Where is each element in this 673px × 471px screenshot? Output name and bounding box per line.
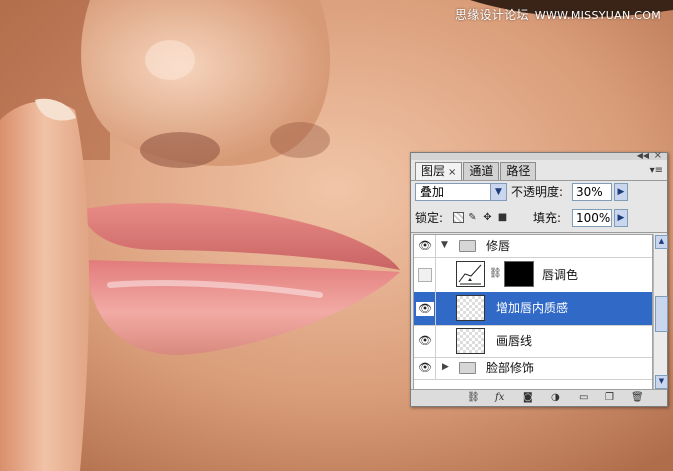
eye-icon[interactable]: 👁 xyxy=(416,334,434,347)
scroll-thumb[interactable] xyxy=(655,296,668,332)
layer-name: 唇调色 xyxy=(542,268,579,282)
tab-layers[interactable]: 图层 × xyxy=(415,162,463,181)
fill-slider-arrow-icon[interactable]: ▶ xyxy=(614,209,628,227)
blend-mode-value: 叠加 xyxy=(420,185,445,199)
layers-panel: ◀◀ × 图层 × 通道 路径 ▾≡ 叠加 ▼ 不透明度: 30% ▶ 锁定: ✎… xyxy=(410,150,668,407)
eye-icon[interactable]: 👁 xyxy=(416,361,434,374)
divider xyxy=(435,292,436,325)
scroll-up-icon[interactable]: ▲ xyxy=(655,235,668,249)
lock-transparency-icon[interactable] xyxy=(453,212,464,223)
panel-bottom-toolbar: ⛓ fx ◙ ◑ ▭ ❐ 🗑 xyxy=(411,389,667,406)
folder-icon xyxy=(459,240,476,252)
divider xyxy=(435,235,436,257)
layer-name: 画唇线 xyxy=(496,334,533,348)
eye-icon[interactable]: 👁 xyxy=(416,302,434,316)
folder-icon[interactable]: ▭ xyxy=(579,392,588,404)
lock-move-icon[interactable]: ✥ xyxy=(482,212,493,223)
divider xyxy=(411,232,667,233)
lock-label: 锁定: xyxy=(415,211,444,225)
layer-list: 👁 ▼ 修唇 ⛓ 唇调色 👁 增加唇内质感 👁 画唇线 👁 ▶ 脸部修饰 xyxy=(413,234,653,390)
tab-channels[interactable]: 通道 xyxy=(463,162,500,180)
folder-icon xyxy=(459,362,476,374)
layer-group-脸部修饰[interactable]: 👁 ▶ 脸部修饰 xyxy=(414,357,652,380)
link-icon[interactable]: ⛓ xyxy=(467,392,480,404)
chain-link-icon[interactable]: ⛓ xyxy=(489,268,502,279)
panel-menu-icon[interactable]: ▾≡ xyxy=(650,165,663,176)
visibility-off-box[interactable] xyxy=(418,268,432,282)
mask-icon[interactable]: ◙ xyxy=(523,392,533,404)
layer-mask-thumbnail[interactable] xyxy=(504,261,534,287)
adjustment-layer-icon xyxy=(456,261,485,287)
layer-thumbnail xyxy=(456,328,485,354)
new-layer-icon[interactable]: ❐ xyxy=(605,392,614,404)
collapse-icon[interactable]: ◀◀ xyxy=(637,151,649,160)
layer-name: 增加唇内质感 xyxy=(496,301,569,315)
layer-画唇线[interactable]: 👁 画唇线 xyxy=(414,325,652,358)
blend-row: 叠加 ▼ 不透明度: 30% ▶ xyxy=(415,183,665,203)
divider xyxy=(435,257,436,292)
lock-paint-icon[interactable]: ✎ xyxy=(467,212,478,223)
watermark-url: WWW.MISSYUAN.COM xyxy=(534,9,661,22)
layer-增加唇内质感[interactable]: 👁 增加唇内质感 xyxy=(414,292,652,326)
fill-input[interactable]: 100% xyxy=(572,209,612,227)
collapsed-triangle-icon[interactable]: ▶ xyxy=(442,362,449,372)
opacity-slider-arrow-icon[interactable]: ▶ xyxy=(614,183,628,201)
watermark-cn: 思缘设计论坛 xyxy=(454,8,529,22)
tab-close-icon[interactable]: × xyxy=(448,167,456,178)
lock-row: 锁定: ✎ ✥ ■ 填充: 100% ▶ xyxy=(415,209,665,229)
blend-mode-select[interactable]: 叠加 ▼ xyxy=(415,183,507,201)
tab-paths-label: 路径 xyxy=(506,164,531,178)
watermark: 思缘设计论坛 WWW.MISSYUAN.COM xyxy=(455,6,661,23)
layer-name: 脸部修饰 xyxy=(486,361,535,375)
layer-list-scrollbar[interactable]: ▲ ▼ xyxy=(653,234,668,390)
divider xyxy=(411,180,667,181)
tab-layers-label: 图层 xyxy=(421,164,446,178)
chevron-down-icon[interactable]: ▼ xyxy=(490,184,506,200)
adjustment-icon[interactable]: ◑ xyxy=(551,392,560,404)
layer-唇调色[interactable]: ⛓ 唇调色 xyxy=(414,257,652,293)
close-icon[interactable]: × xyxy=(654,150,662,161)
fx-icon[interactable]: fx xyxy=(495,392,504,404)
expand-triangle-icon[interactable]: ▼ xyxy=(441,240,448,250)
tab-channels-label: 通道 xyxy=(469,164,494,178)
tab-paths[interactable]: 路径 xyxy=(500,162,537,180)
divider xyxy=(435,325,436,357)
divider xyxy=(435,357,436,379)
layer-group-修唇[interactable]: 👁 ▼ 修唇 xyxy=(414,235,652,258)
opacity-label: 不透明度: xyxy=(511,185,564,199)
layer-thumbnail xyxy=(456,295,485,321)
eye-icon[interactable]: 👁 xyxy=(416,239,434,252)
layer-name: 修唇 xyxy=(486,239,511,253)
trash-icon[interactable]: 🗑 xyxy=(631,392,644,404)
scroll-down-icon[interactable]: ▼ xyxy=(655,375,668,389)
fill-label: 填充: xyxy=(533,211,562,225)
lock-all-icon[interactable]: ■ xyxy=(497,212,508,223)
panel-title-bar[interactable]: ◀◀ × xyxy=(411,150,667,161)
opacity-input[interactable]: 30% xyxy=(572,183,612,201)
panel-tabs: 图层 × 通道 路径 xyxy=(415,162,537,181)
